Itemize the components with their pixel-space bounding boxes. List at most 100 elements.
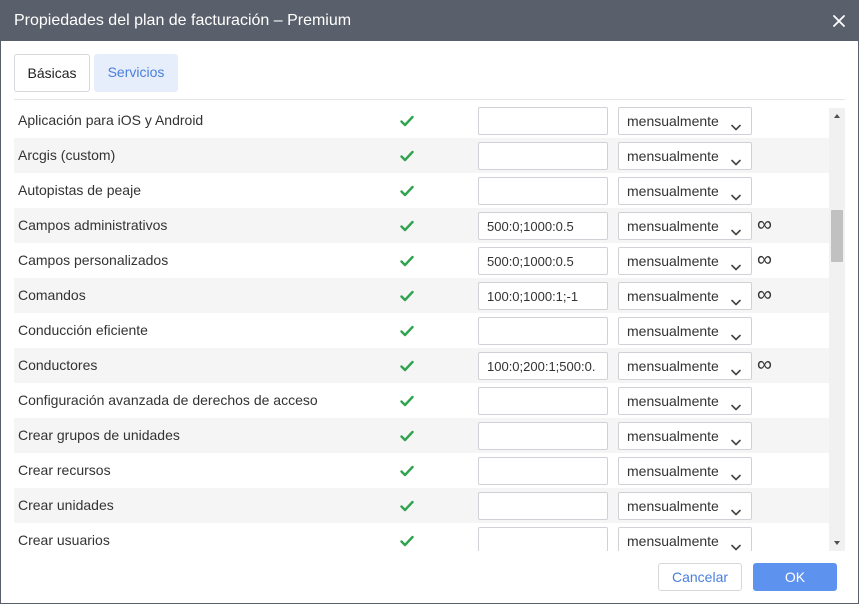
service-period-select[interactable]: mensualmente <box>618 492 752 520</box>
service-name: Comandos <box>18 287 86 303</box>
dialog-title: Propiedades del plan de facturación – Pr… <box>14 12 352 29</box>
checkmark-icon <box>400 219 414 232</box>
chevron-down-icon <box>731 223 741 236</box>
unlimited-icon: ∞ <box>757 248 772 271</box>
service-period-value: mensualmente <box>627 393 719 409</box>
service-name: Crear grupos de unidades <box>18 427 180 443</box>
service-row: Aplicación para iOS y Android mensualment… <box>14 103 829 138</box>
close-icon[interactable] <box>830 12 848 30</box>
service-row: Autopistas de peaje mensualmente <box>14 173 829 208</box>
chevron-down-icon <box>731 503 741 516</box>
service-row: Crear usuarios mensualmente <box>14 523 829 551</box>
tabs-divider <box>14 99 845 100</box>
checkmark-icon <box>400 184 414 197</box>
chevron-down-icon <box>731 153 741 166</box>
service-period-value: mensualmente <box>627 358 719 374</box>
dialog-titlebar: Propiedades del plan de facturación – Pr… <box>1 1 858 41</box>
service-name: Crear recursos <box>18 462 111 478</box>
service-period-value: mensualmente <box>627 428 719 444</box>
ok-button[interactable]: OK <box>753 563 837 591</box>
service-period-select[interactable]: mensualmente <box>618 107 752 135</box>
service-period-select[interactable]: mensualmente <box>618 247 752 275</box>
service-period-value: mensualmente <box>627 218 719 234</box>
service-cost-input[interactable] <box>478 247 608 275</box>
service-period-value: mensualmente <box>627 498 719 514</box>
service-name: Autopistas de peaje <box>18 182 141 198</box>
service-name: Arcgis (custom) <box>18 147 116 163</box>
checkmark-icon <box>400 394 414 407</box>
service-period-select[interactable]: mensualmente <box>618 177 752 205</box>
checkmark-icon <box>400 114 414 127</box>
service-name: Configuración avanzada de derechos de ac… <box>18 392 318 408</box>
service-period-value: mensualmente <box>627 288 719 304</box>
service-row: Configuración avanzada de derechos de ac… <box>14 383 829 418</box>
checkmark-icon <box>400 429 414 442</box>
service-row: Comandos mensualmente ∞ <box>14 278 829 313</box>
tab-basicas[interactable]: Básicas <box>14 54 90 92</box>
service-cost-input[interactable] <box>478 352 608 380</box>
checkmark-icon <box>400 289 414 302</box>
billing-plan-properties-dialog: Propiedades del plan de facturación – Pr… <box>0 0 859 604</box>
service-period-select[interactable]: mensualmente <box>618 282 752 310</box>
chevron-down-icon <box>731 188 741 201</box>
service-period-value: mensualmente <box>627 253 719 269</box>
service-name: Aplicación para iOS y Android <box>18 112 204 128</box>
service-cost-input[interactable] <box>478 387 608 415</box>
service-period-value: mensualmente <box>627 323 719 339</box>
service-row: Conductores mensualmente ∞ <box>14 348 829 383</box>
chevron-down-icon <box>731 293 741 306</box>
unlimited-icon: ∞ <box>757 283 772 306</box>
service-row: Campos personalizados mensualmente ∞ <box>14 243 829 278</box>
service-period-select[interactable]: mensualmente <box>618 527 752 551</box>
service-period-value: mensualmente <box>627 183 719 199</box>
service-cost-input[interactable] <box>478 317 608 345</box>
service-name: Crear unidades <box>18 497 114 513</box>
services-scrollbar[interactable] <box>829 108 845 551</box>
tab-servicios[interactable]: Servicios <box>94 54 178 92</box>
unlimited-icon: ∞ <box>757 353 772 376</box>
service-cost-input[interactable] <box>478 212 608 240</box>
service-row: Arcgis (custom) mensualmente <box>14 138 829 173</box>
service-period-value: mensualmente <box>627 113 719 129</box>
service-period-value: mensualmente <box>627 463 719 479</box>
scrollbar-thumb[interactable] <box>831 210 843 262</box>
service-cost-input[interactable] <box>478 107 608 135</box>
chevron-down-icon <box>731 363 741 376</box>
service-cost-input[interactable] <box>478 142 608 170</box>
service-cost-input[interactable] <box>478 457 608 485</box>
service-row: Campos administrativos mensualmente ∞ <box>14 208 829 243</box>
chevron-down-icon <box>731 398 741 411</box>
chevron-down-icon <box>731 538 741 551</box>
service-cost-input[interactable] <box>478 282 608 310</box>
chevron-down-icon <box>731 258 741 271</box>
cancel-button[interactable]: Cancelar <box>658 563 742 591</box>
service-row: Crear recursos mensualmente <box>14 453 829 488</box>
service-name: Conducción eficiente <box>18 322 148 338</box>
service-row: Crear unidades mensualmente <box>14 488 829 523</box>
service-row: Conducción eficiente mensualmente <box>14 313 829 348</box>
service-cost-input[interactable] <box>478 177 608 205</box>
service-row: Crear grupos de unidades mensualmente <box>14 418 829 453</box>
service-period-select[interactable]: mensualmente <box>618 457 752 485</box>
service-name: Campos administrativos <box>18 217 168 233</box>
service-name: Crear usuarios <box>18 532 110 548</box>
service-cost-input[interactable] <box>478 527 608 551</box>
arrow-down-icon[interactable] <box>829 535 845 551</box>
service-cost-input[interactable] <box>478 422 608 450</box>
arrow-up-icon[interactable] <box>829 108 845 124</box>
chevron-down-icon <box>731 118 741 131</box>
checkmark-icon <box>400 534 414 547</box>
checkmark-icon <box>400 499 414 512</box>
service-period-select[interactable]: mensualmente <box>618 422 752 450</box>
chevron-down-icon <box>731 468 741 481</box>
service-period-select[interactable]: mensualmente <box>618 317 752 345</box>
service-period-select[interactable]: mensualmente <box>618 212 752 240</box>
service-period-select[interactable]: mensualmente <box>618 142 752 170</box>
service-cost-input[interactable] <box>478 492 608 520</box>
checkmark-icon <box>400 324 414 337</box>
chevron-down-icon <box>731 433 741 446</box>
service-period-select[interactable]: mensualmente <box>618 352 752 380</box>
service-period-select[interactable]: mensualmente <box>618 387 752 415</box>
checkmark-icon <box>400 149 414 162</box>
service-period-value: mensualmente <box>627 148 719 164</box>
